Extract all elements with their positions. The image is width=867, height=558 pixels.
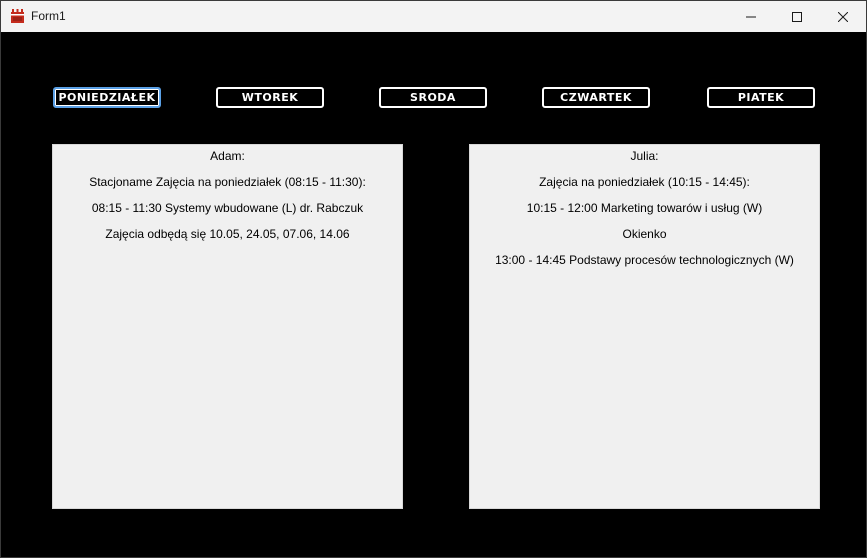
title-bar[interactable]: Form1 <box>1 1 866 32</box>
panel-schedule-header: Zajęcia na poniedziałek (10:15 - 14:45): <box>539 175 750 189</box>
day-button-wtorek[interactable]: WTOREK <box>216 87 324 108</box>
app-window: Form1 PONIEDZIAŁEK WTOREK SRODA CZWARTEK… <box>0 0 867 558</box>
panel-schedule-header: Stacjoname Zajęcia na poniedziałek (08:1… <box>89 175 366 189</box>
panel-class-entry: 10:15 - 12:00 Marketing towarów i usług … <box>526 201 763 215</box>
minimize-button[interactable] <box>728 1 774 32</box>
day-button-sroda[interactable]: SRODA <box>379 87 487 108</box>
schedule-panel-julia: Julia: Zajęcia na poniedziałek (10:15 - … <box>469 144 820 509</box>
schedule-panel-adam: Adam: Stacjoname Zajęcia na poniedziałek… <box>52 144 403 509</box>
panel-break-entry: Okienko <box>622 227 667 241</box>
day-button-poniedzialek[interactable]: PONIEDZIAŁEK <box>53 87 161 108</box>
day-button-piatek[interactable]: PIATEK <box>707 87 815 108</box>
minimize-icon <box>746 16 756 17</box>
day-button-czwartek[interactable]: CZWARTEK <box>542 87 650 108</box>
panel-person-name: Adam: <box>210 149 245 163</box>
close-button[interactable] <box>820 1 866 32</box>
maximize-icon <box>792 11 802 22</box>
panel-person-name: Julia: <box>630 149 659 163</box>
panel-class-entry: 08:15 - 11:30 Systemy wbudowane (L) dr. … <box>91 201 364 215</box>
maximize-button[interactable] <box>774 1 820 32</box>
window-title: Form1 <box>31 9 66 23</box>
panel-dates-note: Zajęcia odbędą się 10.05, 24.05, 07.06, … <box>105 227 350 241</box>
app-icon <box>11 9 24 23</box>
panel-class-entry: 13:00 - 14:45 Podstawy procesów technolo… <box>495 253 794 267</box>
close-icon <box>838 11 848 22</box>
